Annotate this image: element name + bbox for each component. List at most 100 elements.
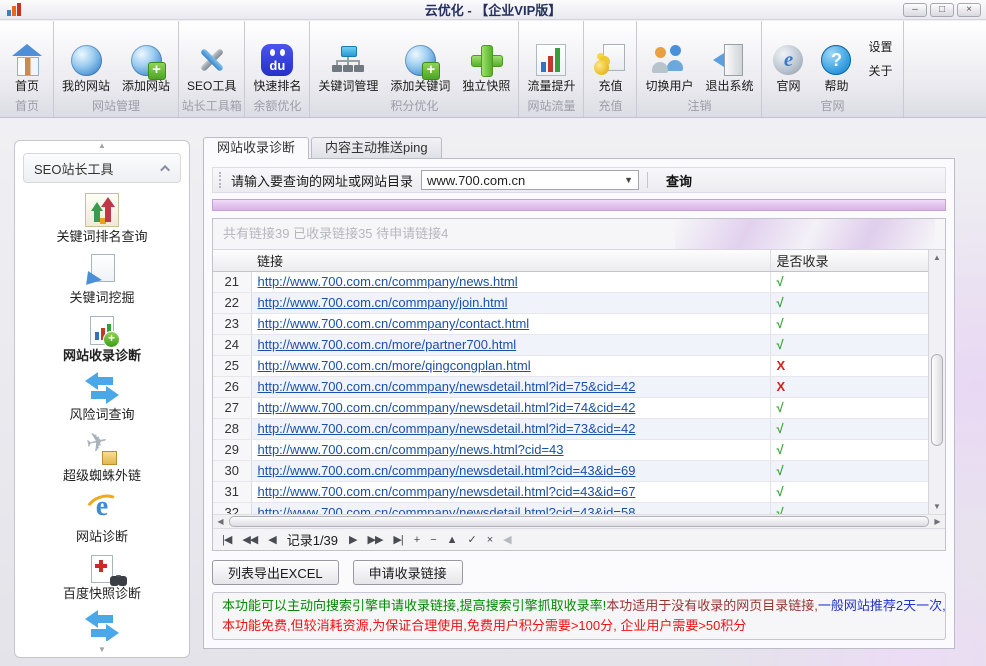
toolbar-button-plus-icon[interactable]: 独立快照: [456, 21, 516, 96]
horizontal-scrollbar[interactable]: ◀ ▶: [213, 514, 945, 528]
url-link[interactable]: http://www.700.com.cn/commpany/contact.h…: [258, 316, 530, 331]
export-excel-button[interactable]: 列表导出EXCEL: [212, 560, 339, 585]
toolbar-button-small[interactable]: 设置: [868, 38, 892, 55]
toolbar: 首页首页我的网站添加网站网站管理SEO工具站长工具箱快速排名余额优化关键词管理添…: [0, 21, 986, 118]
sidebar-item-label: 网站诊断: [76, 529, 128, 545]
included-status: √: [770, 460, 928, 481]
sidebar-item-关键词挖掘[interactable]: 关键词挖掘: [69, 252, 134, 306]
scroll-thumb[interactable]: [931, 354, 943, 446]
nav-control-icon[interactable]: −: [430, 534, 435, 546]
col-header-index: [213, 250, 251, 271]
table-row: 25http://www.700.com.cn/more/qingcongpla…: [213, 355, 928, 376]
minimize-button[interactable]: –: [903, 3, 927, 17]
toolbar-button-help-icon[interactable]: 帮助: [812, 21, 860, 96]
sidebar-item-网站收录诊断[interactable]: 网站收录诊断: [63, 313, 141, 364]
toolbar-group-items: 我的网站添加网站: [56, 21, 176, 96]
maximize-button[interactable]: □: [930, 3, 954, 17]
url-link[interactable]: http://www.700.com.cn/commpany/newsdetai…: [258, 379, 636, 394]
note-line-2: 本功能免费,但较消耗资源,为保证合理使用,免费用户积分需要>100分, 企业用户…: [222, 616, 936, 636]
nav-control-icon[interactable]: ▲: [447, 534, 457, 546]
scroll-left-icon[interactable]: ◀: [213, 515, 228, 528]
toolbar-button-small[interactable]: 关于: [868, 62, 892, 79]
url-link[interactable]: http://www.700.com.cn/commpany/news.html…: [258, 442, 564, 457]
sidebar-header-label: SEO站长工具: [34, 159, 113, 178]
toolbar-button-globe-add-icon[interactable]: 添加网站: [116, 21, 176, 96]
nav-control-icon[interactable]: ▶▶: [368, 533, 383, 546]
url-link[interactable]: http://www.700.com.cn/commpany/newsdetai…: [258, 421, 636, 436]
nav-control-icon[interactable]: ▶: [349, 533, 356, 546]
nav-control-icon[interactable]: ▶|: [393, 533, 402, 546]
scroll-up-icon[interactable]: ▲: [929, 250, 945, 265]
note-segment: 本功能免费,但较消耗资源,为保证合理使用,免费用户积分需要>100分, 企业用户…: [222, 618, 746, 633]
toolbar-button-home-icon[interactable]: 首页: [3, 21, 51, 96]
nav-control-icon[interactable]: |◀: [222, 533, 231, 546]
chevron-down-icon[interactable]: ▼: [624, 175, 633, 185]
nav-control-icon[interactable]: ◀: [268, 533, 275, 546]
nav-control-icon[interactable]: ×: [487, 534, 492, 546]
toolbar-button-globe-add-icon[interactable]: 添加关键词: [384, 21, 456, 96]
toolbar-button-sitemap-icon[interactable]: 关键词管理: [312, 21, 384, 96]
sidebar-header[interactable]: SEO站长工具: [23, 153, 181, 183]
scroll-track[interactable]: [929, 265, 945, 499]
included-status: X: [770, 355, 928, 376]
sidebar-item-超级蜘蛛外链[interactable]: 超级蜘蛛外链: [63, 430, 141, 484]
tab-网站收录诊断[interactable]: 网站收录诊断: [203, 137, 309, 159]
scroll-down-icon[interactable]: ▼: [929, 499, 945, 514]
vertical-scrollbar[interactable]: ▲ ▼: [928, 250, 945, 514]
tab-内容主动推送ping[interactable]: 内容主动推送ping: [311, 137, 442, 158]
toolbar-group-items: SEO工具: [181, 21, 242, 96]
hscroll-thumb[interactable]: [229, 516, 929, 527]
nav-control-icon[interactable]: +: [414, 534, 419, 546]
url-link[interactable]: http://www.700.com.cn/more/qingcongplan.…: [258, 358, 531, 373]
scroll-right-icon[interactable]: ▶: [930, 515, 945, 528]
record-navigator: |◀◀◀◀记录1/39▶▶▶▶|+−▲✓×◀: [213, 528, 945, 550]
progress-bar: [212, 199, 946, 211]
query-label: 请输入要查询的网址或网站目录: [231, 171, 413, 190]
toolbar-button-globe-icon[interactable]: 我的网站: [56, 21, 116, 96]
toolbar-group-items: 关键词管理添加关键词独立快照: [312, 21, 516, 96]
link-cell: http://www.700.com.cn/commpany/newsdetai…: [251, 481, 770, 502]
toolbar-group-caption: 网站管理: [56, 96, 176, 117]
sidebar-item-百度快照诊断[interactable]: 百度快照诊断: [63, 552, 141, 602]
url-link[interactable]: http://www.700.com.cn/commpany/join.html: [258, 295, 508, 310]
url-link[interactable]: http://www.700.com.cn/more/partner700.ht…: [258, 337, 517, 352]
row-number: 24: [213, 334, 251, 355]
separator: [647, 172, 648, 188]
toolbar-button-users-icon[interactable]: 切换用户: [639, 21, 699, 96]
toolbar-button-web-icon[interactable]: 官网: [764, 21, 812, 96]
sidebar-item-关键词排名查询[interactable]: 关键词排名查询: [56, 193, 147, 245]
toolbar-group: 官网帮助设置关于官网: [762, 21, 903, 117]
toolbar-button-tools-icon[interactable]: SEO工具: [181, 21, 242, 96]
toolbar-button-coins-icon[interactable]: 充值: [586, 21, 634, 96]
nav-control-icon[interactable]: ✓: [468, 533, 476, 546]
url-link[interactable]: http://www.700.com.cn/commpany/newsdetai…: [258, 484, 636, 499]
query-button[interactable]: 查询: [656, 171, 702, 190]
nav-control-icon[interactable]: ◀◀: [242, 533, 257, 546]
toolbar-button-baidu-icon[interactable]: 快速排名: [247, 21, 307, 96]
sidebar-items: 关键词排名查询关键词挖掘网站收录诊断风险词查询超级蜘蛛外链网站诊断百度快照诊断: [15, 189, 189, 641]
url-link[interactable]: http://www.700.com.cn/commpany/newsdetai…: [258, 463, 636, 478]
close-button[interactable]: ×: [957, 3, 981, 17]
link-cell: http://www.700.com.cn/commpany/join.html: [251, 292, 770, 313]
sidebar-item-风险词查询[interactable]: 风险词查询: [69, 371, 134, 423]
apply-inclusion-button[interactable]: 申请收录链接: [353, 560, 463, 585]
table-row: 22http://www.700.com.cn/commpany/join.ht…: [213, 292, 928, 313]
url-link[interactable]: http://www.700.com.cn/commpany/newsdetai…: [258, 505, 636, 514]
included-status: X: [770, 376, 928, 397]
url-link[interactable]: http://www.700.com.cn/commpany/newsdetai…: [258, 400, 636, 415]
table-row: 28http://www.700.com.cn/commpany/newsdet…: [213, 418, 928, 439]
sidebar-item-网站诊断[interactable]: 网站诊断: [76, 491, 128, 545]
sidebar-scroll-down-icon[interactable]: ▼: [15, 645, 189, 655]
sidebar-scroll-up-icon[interactable]: ▲: [15, 141, 189, 151]
url-link[interactable]: http://www.700.com.cn/commpany/news.html: [258, 274, 518, 289]
table-row: 29http://www.700.com.cn/commpany/news.ht…: [213, 439, 928, 460]
table-row: 31http://www.700.com.cn/commpany/newsdet…: [213, 481, 928, 502]
toolbar-button-exit-icon[interactable]: 退出系统: [699, 21, 759, 96]
doc-chart-plus-icon: [90, 316, 114, 345]
url-combobox[interactable]: www.700.com.cn ▼: [421, 170, 639, 190]
toolbar-button-chart-icon[interactable]: 流量提升: [521, 21, 581, 96]
toolbar-group: 快速排名余额优化: [245, 21, 310, 117]
globe-icon: [71, 45, 102, 76]
row-number: 21: [213, 271, 251, 292]
sidebar-item[interactable]: [84, 609, 120, 641]
